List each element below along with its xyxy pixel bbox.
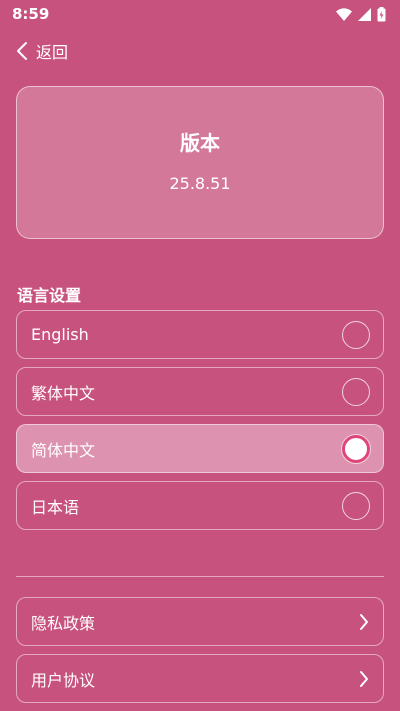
radio-button-selected[interactable] <box>342 434 370 463</box>
link-label: 用户协议 <box>31 670 96 690</box>
status-icons <box>336 6 386 22</box>
battery-icon <box>377 6 386 21</box>
chevron-right-icon <box>360 670 368 687</box>
user-agreement-link[interactable]: 用户协议 <box>16 654 384 703</box>
radio-button[interactable] <box>342 491 370 520</box>
version-number: 25.8.51 <box>169 174 231 193</box>
signal-icon <box>358 7 371 21</box>
version-card: 版本 25.8.51 <box>16 86 384 239</box>
language-option-label: 日本语 <box>31 497 80 517</box>
back-button[interactable]: 返回 <box>16 38 68 64</box>
language-option-label: 简体中文 <box>31 440 96 460</box>
language-option-simplified-chinese[interactable]: 简体中文 <box>16 424 384 473</box>
status-time: 8:59 <box>12 5 50 23</box>
language-option-english[interactable]: English <box>16 310 384 359</box>
wifi-icon <box>336 7 352 21</box>
radio-button[interactable] <box>342 320 370 349</box>
link-list: 隐私政策 用户协议 <box>16 597 384 711</box>
back-label: 返回 <box>36 43 69 62</box>
language-option-label: English <box>31 325 89 344</box>
link-label: 隐私政策 <box>31 613 96 633</box>
radio-button[interactable] <box>342 377 370 406</box>
privacy-policy-link[interactable]: 隐私政策 <box>16 597 384 646</box>
chevron-right-icon <box>360 613 368 630</box>
language-section-title: 语言设置 <box>17 286 82 305</box>
language-option-traditional-chinese[interactable]: 繁体中文 <box>16 367 384 416</box>
version-title: 版本 <box>180 131 220 155</box>
language-list: English 繁体中文 简体中文 日本语 <box>16 310 384 538</box>
section-divider <box>16 576 384 577</box>
status-bar: 8:59 <box>0 0 400 28</box>
language-option-japanese[interactable]: 日本语 <box>16 481 384 530</box>
language-option-label: 繁体中文 <box>31 383 96 403</box>
chevron-left-icon <box>17 42 27 60</box>
